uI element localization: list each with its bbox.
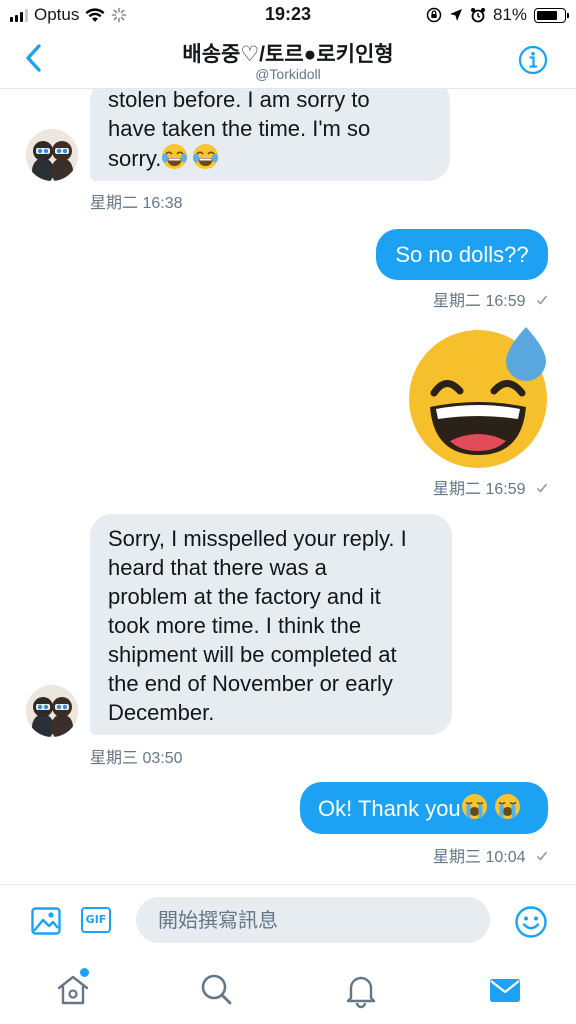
contact-avatar[interactable]	[26, 685, 78, 737]
message-list[interactable]: stolen before. I am sorry to have taken …	[0, 89, 576, 884]
message-text: So no dolls??	[395, 242, 529, 267]
message-composer: GIF	[0, 884, 576, 957]
message-timestamp: 星期二 16:59	[433, 293, 526, 310]
smiley-icon[interactable]	[514, 905, 548, 939]
message-timestamp: 星期二 16:59	[433, 481, 526, 498]
face-with-tears-of-joy-icon	[161, 143, 188, 177]
tab-bar	[0, 956, 576, 1024]
message-text: Sorry, I misspelled your reply. I	[108, 526, 407, 551]
doll-avatar-image	[26, 129, 78, 181]
home-notification-dot	[80, 968, 89, 977]
message-bubble-received[interactable]: stolen before. I am sorry to have taken …	[90, 89, 450, 181]
message-text: problem at the factory and it	[108, 584, 381, 609]
message-timestamp-row: 星期二 16:59	[433, 475, 548, 499]
contact-handle[interactable]: @Torkidoll	[0, 66, 576, 82]
check-icon	[536, 483, 548, 493]
rotation-lock-icon	[426, 7, 442, 23]
check-icon	[536, 851, 548, 861]
message-text: heard that there was a	[108, 555, 327, 580]
location-icon	[449, 9, 462, 21]
loudly-crying-face-icon	[494, 793, 521, 827]
gif-button[interactable]: GIF	[81, 907, 111, 933]
contact-avatar[interactable]	[26, 129, 78, 181]
message-timestamp: 星期二 16:38	[90, 195, 183, 212]
face-with-tears-of-joy-icon	[192, 143, 219, 177]
message-timestamp-row: 星期三 10:04	[433, 843, 548, 867]
message-text: the end of November or early	[108, 671, 393, 696]
battery-icon	[534, 7, 569, 23]
message-text: sorry.	[108, 146, 162, 171]
message-text: sorry.	[108, 143, 432, 177]
message-bubble-sent[interactable]: So no dolls??	[376, 229, 548, 280]
message-timestamp-row: 星期二 16:59	[433, 287, 548, 311]
message-text: shipment will be completed at	[108, 642, 397, 667]
messages-icon[interactable]	[485, 970, 525, 1010]
conversation-header: 배송중♡/토르●로키인형 @Torkidoll	[0, 30, 576, 89]
message-bubble-received[interactable]: Sorry, I misspelled your reply. I heard …	[90, 514, 452, 735]
image-icon[interactable]	[30, 905, 62, 937]
message-text: December.	[108, 700, 215, 725]
check-icon	[536, 295, 548, 305]
message-text: Ok! Thank you	[318, 796, 461, 821]
grinning-face-with-sweat-icon[interactable]	[406, 327, 556, 469]
search-icon[interactable]	[196, 970, 236, 1010]
alarm-icon	[470, 8, 485, 23]
status-right: 81%	[426, 5, 569, 25]
status-bar: Optus 19:23 81%	[0, 0, 576, 30]
info-icon[interactable]	[518, 45, 548, 75]
contact-name[interactable]: 배송중♡/토르●로키인형	[0, 38, 576, 68]
loudly-crying-face-icon	[461, 793, 488, 827]
message-text: took more time. I think the	[108, 613, 362, 638]
message-text: have taken the time. I'm so	[108, 116, 371, 141]
message-text: stolen before. I am sorry to	[108, 89, 370, 112]
message-timestamp: 星期三 03:50	[90, 750, 183, 767]
doll-avatar-image	[26, 685, 78, 737]
battery-percent: 81%	[492, 5, 527, 24]
message-bubble-sent[interactable]: Ok! Thank you	[300, 782, 548, 834]
message-input[interactable]	[136, 897, 490, 943]
notifications-icon[interactable]	[341, 970, 381, 1010]
message-timestamp: 星期三 10:04	[433, 849, 526, 866]
